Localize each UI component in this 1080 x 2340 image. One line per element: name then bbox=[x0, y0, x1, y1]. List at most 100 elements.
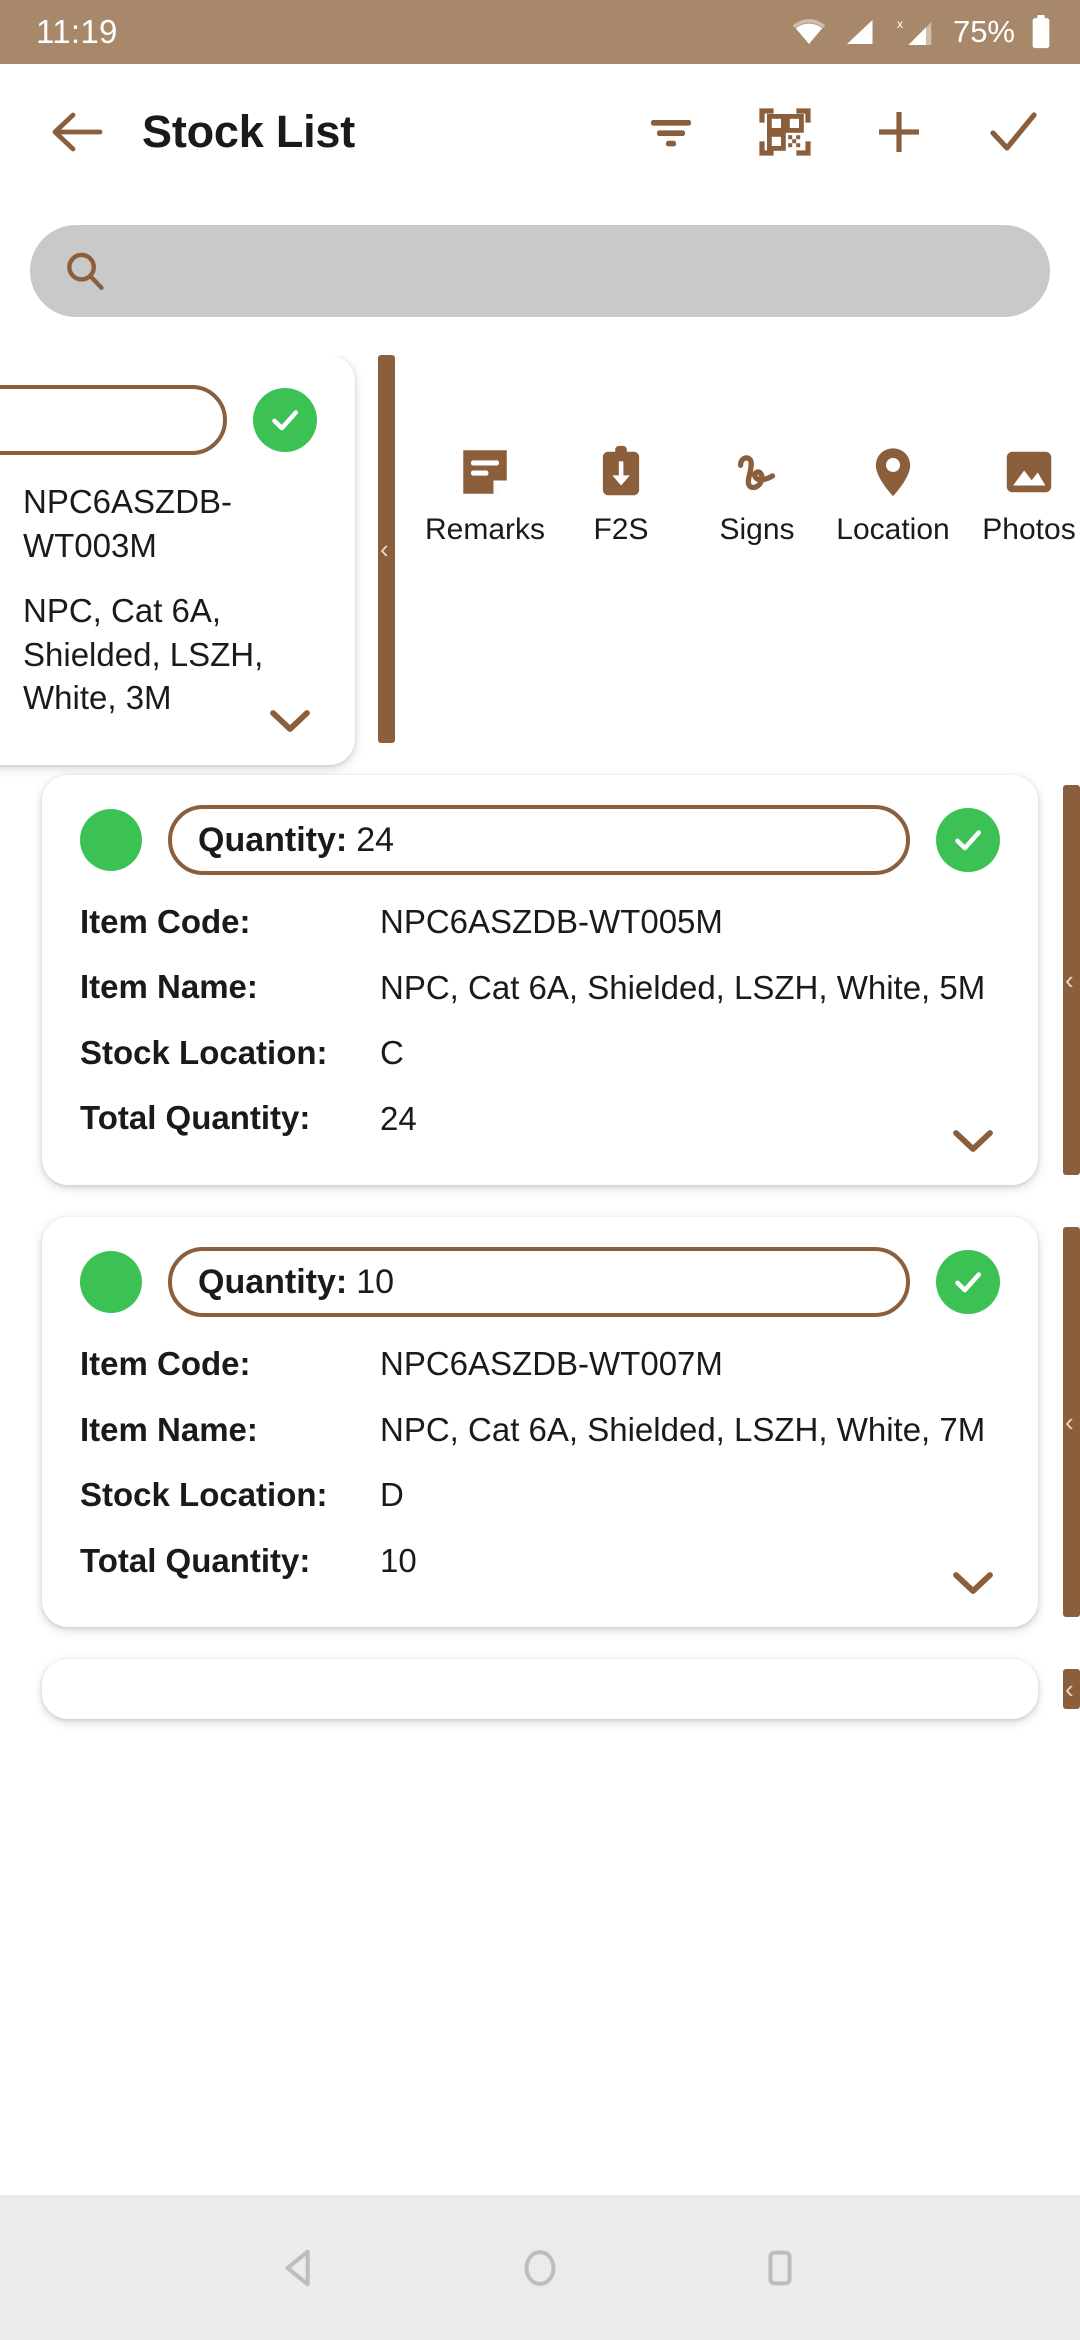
clipboard-download-icon bbox=[602, 445, 640, 496]
filter-icon bbox=[651, 119, 691, 146]
action-label: Location bbox=[836, 513, 950, 546]
detail-value: NPC6ASZDB-WT005M bbox=[380, 903, 723, 940]
quantity-value: 24 bbox=[356, 820, 395, 859]
list-row-partial[interactable] bbox=[0, 1659, 1080, 1720]
detail-row-item-code: Item Code: NPC6ASZDB-WT007M bbox=[80, 1331, 1000, 1397]
quantity-field[interactable]: Quantity: 24 bbox=[168, 805, 910, 875]
detail-row-total-quantity: Total Quantity: 24 bbox=[80, 1086, 1000, 1152]
detail-value: NPC, Cat 6A, Shielded, LSZH, White, 7M bbox=[380, 1410, 986, 1448]
swipe-handle[interactable] bbox=[1063, 1227, 1080, 1618]
action-signs[interactable]: Signs bbox=[689, 443, 825, 547]
page-title: Stock List bbox=[142, 105, 356, 157]
expand-button[interactable] bbox=[950, 1126, 996, 1161]
stock-card[interactable] bbox=[42, 1659, 1038, 1720]
quantity-row: Quantity: 10 bbox=[80, 1247, 1000, 1318]
verified-badge[interactable] bbox=[936, 808, 1000, 872]
detail-value: 24 bbox=[380, 1099, 417, 1137]
signature-icon bbox=[737, 455, 776, 491]
verified-badge[interactable] bbox=[936, 1250, 1000, 1315]
detail-label: Stock Location: bbox=[80, 1476, 328, 1514]
stock-card[interactable]: Quantity: Item Code: NPC6ASZDB-WT003M bbox=[0, 355, 355, 765]
chevron-down-icon bbox=[953, 1130, 993, 1153]
detail-value: D bbox=[380, 1476, 404, 1514]
filter-button[interactable] bbox=[638, 99, 704, 165]
swipe-handle[interactable] bbox=[1063, 785, 1080, 1176]
quantity-field[interactable]: Quantity: bbox=[0, 385, 227, 455]
detail-value: NPC, Cat 6A, Shielded, LSZH, White, 5M bbox=[380, 968, 986, 1006]
search-icon bbox=[67, 252, 104, 290]
android-nav-bar bbox=[0, 2195, 1080, 2340]
status-clock: 11:19 bbox=[36, 13, 118, 50]
app-bar-actions bbox=[638, 99, 1046, 165]
search-bar[interactable] bbox=[30, 225, 1050, 317]
detail-label: Total Quantity: bbox=[80, 1541, 311, 1579]
check-icon bbox=[955, 1272, 982, 1293]
detail-value: C bbox=[380, 1034, 404, 1072]
expand-button[interactable] bbox=[950, 1568, 996, 1603]
detail-label: Item Name: bbox=[0, 578, 23, 731]
action-label: Photos bbox=[982, 513, 1076, 546]
map-pin-icon bbox=[875, 448, 911, 497]
detail-row-total-quantity: Total Quantity: 10 bbox=[80, 1528, 1000, 1594]
action-location[interactable]: Location bbox=[825, 443, 961, 547]
detail-label: Item Name: bbox=[80, 968, 258, 1006]
stock-card[interactable]: Quantity: 10 Item Code: NPC6ASZDB-WT007M bbox=[42, 1217, 1038, 1628]
quantity-field[interactable]: Quantity: 10 bbox=[168, 1247, 910, 1318]
card-details: Item Code: NPC6ASZDB-WT005M Item Name: N… bbox=[80, 889, 1000, 1151]
action-label: F2S bbox=[593, 513, 649, 546]
image-icon bbox=[1006, 451, 1052, 493]
wifi-icon bbox=[792, 19, 826, 44]
swipe-handle[interactable] bbox=[1063, 1669, 1080, 1710]
verified-badge[interactable] bbox=[253, 388, 317, 452]
quantity-label: Quantity: bbox=[198, 1262, 348, 1301]
search-input[interactable] bbox=[126, 225, 1016, 317]
android-home-icon bbox=[524, 2249, 556, 2286]
card-details: Item Code: NPC6ASZDB-WT007M Item Name: N… bbox=[80, 1331, 1000, 1593]
confirm-button[interactable] bbox=[980, 99, 1046, 165]
chevron-down-icon bbox=[270, 709, 310, 732]
detail-value: NPC6ASZDB-WT007M bbox=[380, 1345, 723, 1383]
expand-button[interactable] bbox=[267, 706, 313, 741]
swipe-action-panel: Remarks F2S bbox=[378, 355, 1080, 743]
signal-icon bbox=[846, 20, 873, 44]
qr-scan-button[interactable] bbox=[752, 99, 818, 165]
swipe-action-items: Remarks F2S Signs Location Photos bbox=[395, 355, 1080, 547]
android-home-button[interactable] bbox=[485, 2213, 595, 2323]
action-remarks[interactable]: Remarks bbox=[417, 443, 553, 547]
detail-label: Item Code: bbox=[80, 1344, 251, 1382]
back-button[interactable] bbox=[40, 95, 114, 169]
list-row[interactable]: Quantity: 10 Item Code: NPC6ASZDB-WT007M bbox=[0, 1217, 1080, 1628]
detail-row-item-code: Item Code: NPC6ASZDB-WT005M bbox=[80, 889, 1000, 955]
action-label: Remarks bbox=[424, 513, 545, 546]
detail-row-item-name: Item Name: NPC, Cat 6A, Shielded, LSZH, … bbox=[80, 955, 1000, 1021]
android-recents-icon bbox=[768, 2250, 792, 2285]
detail-label: Item Code: bbox=[80, 902, 251, 940]
status-dot bbox=[80, 1251, 142, 1314]
action-label: Signs bbox=[719, 513, 795, 546]
stock-list[interactable]: Remarks F2S bbox=[0, 355, 1080, 2285]
app-bar: Stock List bbox=[0, 64, 1080, 199]
detail-label: Total Quantity: bbox=[80, 1099, 311, 1137]
detail-row-stock-location: Stock Location: C bbox=[80, 1020, 1000, 1086]
detail-row-stock-location: Stock Location: D bbox=[80, 1462, 1000, 1528]
detail-label: Stock Location: bbox=[80, 1033, 328, 1071]
android-back-button[interactable] bbox=[245, 2213, 355, 2323]
action-photos[interactable]: Photos bbox=[961, 443, 1080, 547]
swipe-handle[interactable] bbox=[378, 355, 395, 743]
list-row-swiped[interactable]: Remarks F2S bbox=[0, 355, 1080, 765]
svg-text:x: x bbox=[897, 17, 903, 31]
phone-screen: 11:19 x 75% Stock List ‹ Remarks F2S Sig… bbox=[0, 0, 1080, 2340]
battery-percent-label: 75% bbox=[952, 14, 1015, 49]
detail-row-item-code: Item Code: NPC6ASZDB-WT003M bbox=[0, 469, 317, 578]
status-bar: 11:19 x 75% bbox=[0, 0, 1080, 64]
android-recents-button[interactable] bbox=[725, 2213, 835, 2323]
check-icon bbox=[990, 111, 1037, 151]
list-row[interactable]: Quantity: 24 Item Code: NPC6ASZDB-WT005M bbox=[0, 775, 1080, 1186]
detail-label: Item Code: bbox=[0, 469, 23, 578]
quantity-row: Quantity: bbox=[0, 385, 317, 455]
android-back-icon bbox=[285, 2249, 310, 2286]
stock-card[interactable]: Quantity: 24 Item Code: NPC6ASZDB-WT005M bbox=[42, 775, 1038, 1186]
check-icon bbox=[955, 830, 982, 851]
add-button[interactable] bbox=[866, 99, 932, 165]
action-f2s[interactable]: F2S bbox=[553, 443, 689, 547]
